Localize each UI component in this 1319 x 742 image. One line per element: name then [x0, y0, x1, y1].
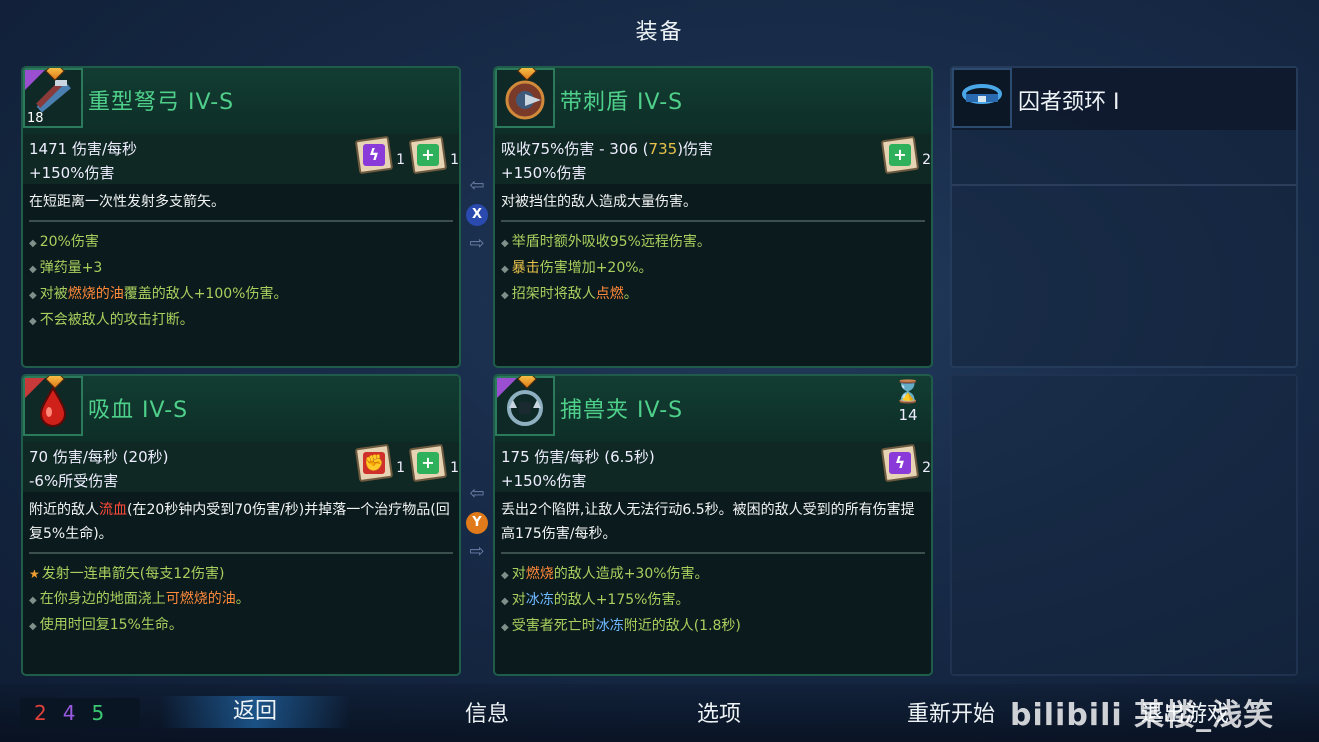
perk-line: ◆ 对冰冻的敌人+175%伤害。 [501, 592, 690, 608]
y-button-icon: Y [466, 512, 488, 534]
scroll-counts: ϟ 2 [879, 438, 931, 484]
perk-line: ◆ 举盾时额外吸收95%远程伤害。 [501, 234, 711, 250]
scroll-of-tactics-icon: ϟ 1 [353, 130, 405, 176]
item-description: 在短距离一次性发射多支箭矢。 [29, 190, 453, 222]
item-perks: ★ 发射一连串箭矢(每支12伤害) ◆ 在你身边的地面浇上可燃烧的油。 ◆ 使用时回复15… [29, 562, 453, 639]
arrow-right-icon: ⇨ [469, 233, 485, 254]
perk-line: ◆ 20%伤害 [29, 234, 99, 250]
bullet-icon: ◆ [29, 595, 37, 606]
hourglass-icon: ⌛ [894, 380, 922, 405]
bullet-icon: ◆ [501, 238, 509, 249]
item-perks: ◆ 举盾时额外吸收95%远程伤害。 ◆ 暴击伤害增加+20%。 ◆ 招架时将敌人点燃。 [501, 230, 925, 308]
bullet-icon: ◆ [29, 290, 37, 301]
info-button[interactable]: 信息 [440, 696, 534, 728]
perk-line: ★ 发射一连串箭矢(每支12伤害) [29, 566, 225, 582]
cooldown-indicator: ⌛ 14 [894, 380, 922, 424]
weapon-card-secondary[interactable]: 带刺盾 IV-S 吸收75%伤害 - 306 (735)伤害 +150%伤害 +… [493, 66, 933, 368]
bullet-icon: ◆ [501, 264, 509, 275]
spiked-shield-icon [495, 68, 555, 128]
item-description: 对被挡住的敌人造成大量伤害。 [501, 190, 925, 222]
scroll-of-tactics-icon: ϟ 2 [879, 438, 931, 484]
perk-line: ◆ 对被燃烧的油覆盖的敌人+100%伤害。 [29, 286, 288, 302]
perk-line: ◆ 招架时将敌人点燃。 [501, 286, 638, 302]
x-button-icon: X [466, 204, 488, 226]
scroll-of-survival-icon: + 1 [407, 130, 459, 176]
collar-icon [952, 68, 1012, 128]
item-perks: ◆ 对燃烧的敌人造成+30%伤害。 ◆ 对冰冻的敌人+175%伤害。 ◆ 受害者死亡时冰冻… [501, 562, 925, 640]
scroll-of-survival-icon: + 1 [407, 438, 459, 484]
item-name: 带刺盾 IV-S [560, 90, 684, 115]
perk-line: ◆ 不会被敌人的攻击打断。 [29, 312, 194, 328]
counter-green: 5 [91, 701, 105, 725]
scroll-of-brutality-icon: ✊ 1 [353, 438, 405, 484]
bullet-icon: ◆ [29, 621, 37, 632]
perk-line: ◆ 暴击伤害增加+20%。 [501, 260, 653, 276]
perk-line: ◆ 弹药量+3 [29, 260, 103, 276]
item-level: 18 [27, 111, 44, 126]
weapon-card-primary[interactable]: 18 重型弩弓 IV-S 1471 伤害/每秒 +150%伤害 ϟ 1 + 1 … [21, 66, 461, 368]
bullet-icon: ◆ [29, 316, 37, 327]
item-stats: 175 伤害/每秒 (6.5秒) +150%伤害 [495, 442, 931, 492]
amulet-name: 囚者颈环 I [1018, 90, 1120, 115]
back-button[interactable]: 返回 [160, 696, 350, 728]
divider [952, 184, 1296, 186]
skill-card-left[interactable]: 吸血 IV-S 70 伤害/每秒 (20秒) -6%所受伤害 ✊ 1 + 1 附… [21, 374, 461, 676]
swap-skills-button[interactable]: ⇦ Y ⇨ [463, 482, 491, 564]
screen-title: 装备 [635, 20, 684, 45]
scroll-counts: + 2 [879, 130, 931, 176]
swap-weapons-button[interactable]: ⇦ X ⇨ [463, 174, 491, 256]
item-perks: ◆ 20%伤害 ◆ 弹药量+3 ◆ 对被燃烧的油覆盖的敌人+100%伤害。 ◆ 不会被敌人的攻… [29, 230, 453, 334]
watermark: bilibili 某楼_浅笑 [1010, 698, 1275, 733]
bullet-icon: ◆ [501, 290, 509, 301]
counter-red: 2 [34, 701, 47, 725]
item-name: 吸血 IV-S [88, 398, 189, 423]
arrow-left-icon: ⇦ [469, 483, 485, 504]
star-icon: ★ [29, 567, 40, 581]
perk-line: ◆ 在你身边的地面浇上可燃烧的油。 [29, 591, 250, 607]
scroll-counts: ϟ 1 + 1 [353, 130, 459, 176]
bullet-icon: ◆ [29, 238, 37, 249]
crossbow-icon: 18 [23, 68, 83, 128]
counter-purple: 4 [62, 701, 76, 725]
bullet-icon: ◆ [501, 596, 509, 607]
amulet-panel[interactable]: 囚者颈环 I [950, 66, 1298, 368]
scroll-of-survival-icon: + 2 [879, 130, 931, 176]
skill-card-right[interactable]: 捕兽夹 IV-S ⌛ 14 175 伤害/每秒 (6.5秒) +150%伤害 ϟ… [493, 374, 933, 676]
bullet-icon: ◆ [29, 264, 37, 275]
item-stats: 吸收75%伤害 - 306 (735)伤害 +150%伤害 [495, 134, 931, 184]
arrow-right-icon: ⇨ [469, 541, 485, 562]
scroll-counts: ✊ 1 + 1 [353, 438, 459, 484]
bullet-icon: ◆ [501, 622, 509, 633]
bullet-icon: ◆ [501, 570, 509, 581]
blood-drop-icon [23, 376, 83, 436]
restart-button[interactable]: 重新开始 [896, 696, 1006, 728]
empty-slot-panel [950, 374, 1298, 676]
options-button[interactable]: 选项 [672, 696, 766, 728]
resource-counters: 2 4 5 [20, 698, 140, 728]
item-description: 附近的敌人流血(在20秒钟内受到70伤害/秒)并掉落一个治疗物品(回复5%生命)… [29, 498, 453, 554]
item-description: 丢出2个陷阱,让敌人无法行动6.5秒。被困的敌人受到的所有伤害提高175伤害/每… [501, 498, 925, 554]
beartrap-icon [495, 376, 555, 436]
item-name: 捕兽夹 IV-S [560, 398, 684, 423]
arrow-left-icon: ⇦ [469, 175, 485, 196]
perk-line: ◆ 使用时回复15%生命。 [29, 617, 183, 633]
perk-line: ◆ 受害者死亡时冰冻附近的敌人(1.8秒) [501, 618, 741, 634]
perk-line: ◆ 对燃烧的敌人造成+30%伤害。 [501, 566, 709, 582]
item-name: 重型弩弓 IV-S [88, 90, 235, 115]
